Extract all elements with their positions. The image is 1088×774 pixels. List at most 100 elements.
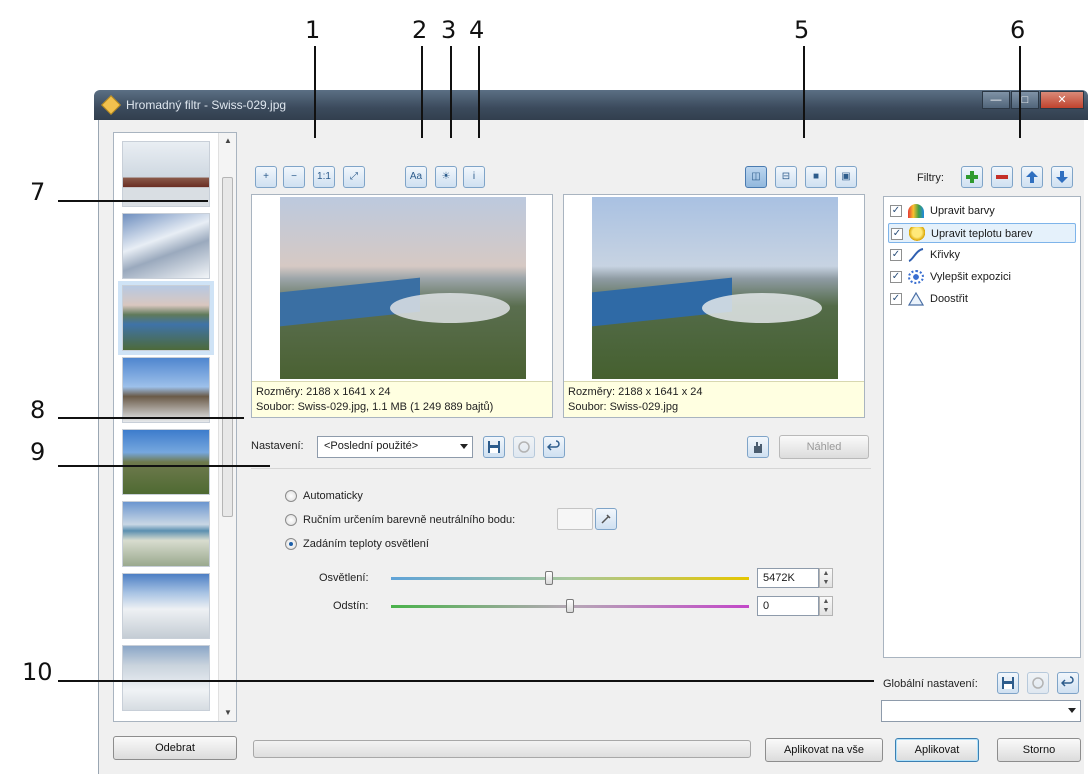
global-revert-button[interactable] xyxy=(1057,672,1079,694)
title-bar[interactable]: Hromadný filtr - Swiss-029.jpg — □ ✕ xyxy=(94,90,1088,120)
revert-preset-button[interactable] xyxy=(543,436,565,458)
tint-spinner[interactable]: ▲ ▼ xyxy=(819,596,833,616)
preview-after-file: Soubor: Swiss-029.jpg xyxy=(568,401,679,413)
info-button[interactable]: i xyxy=(463,166,485,188)
zoom-out-button[interactable]: − xyxy=(283,166,305,188)
radio-auto-label: Automaticky xyxy=(303,490,363,502)
thumbnail-scrollbar[interactable]: ▲ ▼ xyxy=(218,133,236,721)
thumbnail-hiker-snow[interactable] xyxy=(122,645,210,711)
move-down-button[interactable] xyxy=(1051,166,1073,188)
callout-10-line xyxy=(58,680,874,682)
scroll-up-icon[interactable]: ▲ xyxy=(219,133,236,149)
callout-1-line xyxy=(314,46,316,138)
maximize-button[interactable]: □ xyxy=(1011,91,1039,109)
scroll-down-icon[interactable]: ▼ xyxy=(219,705,236,721)
preview-before[interactable]: Rozměry: 2188 x 1641 x 24 Soubor: Swiss-… xyxy=(251,194,553,418)
compare-button[interactable]: Aa xyxy=(405,166,427,188)
undo-icon xyxy=(546,440,560,451)
view-side-by-side-button[interactable]: ◫ xyxy=(745,166,767,188)
callout-8: 8 xyxy=(30,396,46,424)
delete-preset-button[interactable] xyxy=(513,436,535,458)
global-preset-select[interactable] xyxy=(881,700,1081,722)
settings-divider xyxy=(251,468,871,469)
cancel-button[interactable]: Storno xyxy=(997,738,1081,762)
filter-item-color-temperature[interactable]: ✓ Upravit teplotu barev xyxy=(888,223,1076,243)
filter-label: Křivky xyxy=(930,249,960,261)
add-filter-button[interactable] xyxy=(961,166,983,188)
filter-item-adjust-colors[interactable]: ✓ Upravit barvy xyxy=(888,201,1076,221)
filter-checkbox[interactable]: ✓ xyxy=(890,293,902,305)
fit-window-button[interactable]: ⤢ xyxy=(343,166,365,188)
save-icon xyxy=(488,441,500,453)
settings-label: Nastavení: xyxy=(251,440,304,452)
preview-button[interactable]: Náhled xyxy=(779,435,869,459)
preview-after[interactable]: Rozměry: 2188 x 1641 x 24 Soubor: Swiss-… xyxy=(563,194,865,418)
view-single-button[interactable]: ■ xyxy=(805,166,827,188)
thumbnail-lake-valley[interactable] xyxy=(118,281,214,355)
compare-toggle-button[interactable] xyxy=(747,436,769,458)
radio-auto[interactable] xyxy=(285,490,297,502)
apply-all-button[interactable]: Aplikovat na vše xyxy=(765,738,883,762)
highlight-button[interactable]: ☀ xyxy=(435,166,457,188)
thumbnail-mountains-snow[interactable] xyxy=(122,213,210,279)
filter-label: Upravit barvy xyxy=(930,205,995,217)
callout-2: 2 xyxy=(412,16,428,44)
zoom-in-button[interactable]: + xyxy=(255,166,277,188)
settings-preset-value: <Poslední použité> xyxy=(324,440,419,452)
thumbnail-train-snow[interactable] xyxy=(122,141,210,207)
remove-button[interactable]: Odebrat xyxy=(113,736,237,760)
thumbnail-rock-peak[interactable] xyxy=(122,357,210,423)
global-save-button[interactable] xyxy=(997,672,1019,694)
chevron-down-icon xyxy=(460,444,468,449)
tint-label: Odstín: xyxy=(333,600,369,612)
global-delete-button[interactable] xyxy=(1027,672,1049,694)
lighting-label: Osvětlení: xyxy=(319,572,369,584)
save-preset-button[interactable] xyxy=(483,436,505,458)
exposure-icon xyxy=(908,270,924,284)
lighting-slider-handle[interactable] xyxy=(544,571,553,585)
tint-slider-handle[interactable] xyxy=(566,599,574,613)
lighting-spinner[interactable]: ▲ ▼ xyxy=(819,568,833,588)
filter-item-curves[interactable]: ✓ Křivky xyxy=(888,245,1076,265)
thumbnail-snowfield[interactable] xyxy=(122,573,210,639)
filter-item-sharpen[interactable]: ✓ Doostřit xyxy=(888,289,1076,309)
filter-checkbox[interactable]: ✓ xyxy=(891,228,903,240)
radio-temperature[interactable] xyxy=(285,538,297,550)
move-up-button[interactable] xyxy=(1021,166,1043,188)
sharpen-icon xyxy=(907,291,925,306)
eyedropper-button[interactable] xyxy=(595,508,617,530)
close-button[interactable]: ✕ xyxy=(1040,91,1084,109)
remove-filter-button[interactable] xyxy=(991,166,1013,188)
lighting-value-field[interactable]: 5472K xyxy=(757,568,819,588)
radio-neutral-point[interactable] xyxy=(285,514,297,526)
settings-preset-select[interactable]: <Poslední použité> xyxy=(317,436,473,458)
rainbow-icon xyxy=(908,204,924,218)
thumbnail-alpine-lake[interactable] xyxy=(122,501,210,567)
filters-label: Filtry: xyxy=(917,172,944,184)
callout-3-line xyxy=(450,46,452,138)
hand-icon xyxy=(754,442,762,453)
filters-list[interactable]: ✓ Upravit barvy ✓ Upravit teplotu barev … xyxy=(883,196,1081,658)
plus-icon xyxy=(966,171,978,183)
global-settings-label: Globální nastavení: xyxy=(883,678,978,690)
thumbnail-list[interactable]: ▲ ▼ xyxy=(113,132,237,722)
filter-item-exposure[interactable]: ✓ Vylepšit expozici xyxy=(888,267,1076,287)
preview-before-info: Rozměry: 2188 x 1641 x 24 Soubor: Swiss-… xyxy=(252,381,552,417)
filter-checkbox[interactable]: ✓ xyxy=(890,249,902,261)
curves-icon xyxy=(908,248,924,262)
callout-1: 1 xyxy=(305,16,321,44)
view-stacked-button[interactable]: ⊟ xyxy=(775,166,797,188)
minimize-button[interactable]: — xyxy=(982,91,1010,109)
callout-9: 9 xyxy=(30,438,46,466)
filter-checkbox[interactable]: ✓ xyxy=(890,205,902,217)
tint-value-field[interactable]: 0 xyxy=(757,596,819,616)
thumbnail-green-cliff[interactable] xyxy=(122,429,210,495)
preview-after-dimensions: Rozměry: 2188 x 1641 x 24 xyxy=(568,386,703,398)
preview-after-image xyxy=(592,197,838,379)
filter-checkbox[interactable]: ✓ xyxy=(890,271,902,283)
lighting-slider-track[interactable] xyxy=(391,577,749,580)
eyedropper-icon xyxy=(601,514,611,524)
apply-button[interactable]: Aplikovat xyxy=(895,738,979,762)
actual-size-button[interactable]: 1:1 xyxy=(313,166,335,188)
view-original-button[interactable]: ▣ xyxy=(835,166,857,188)
